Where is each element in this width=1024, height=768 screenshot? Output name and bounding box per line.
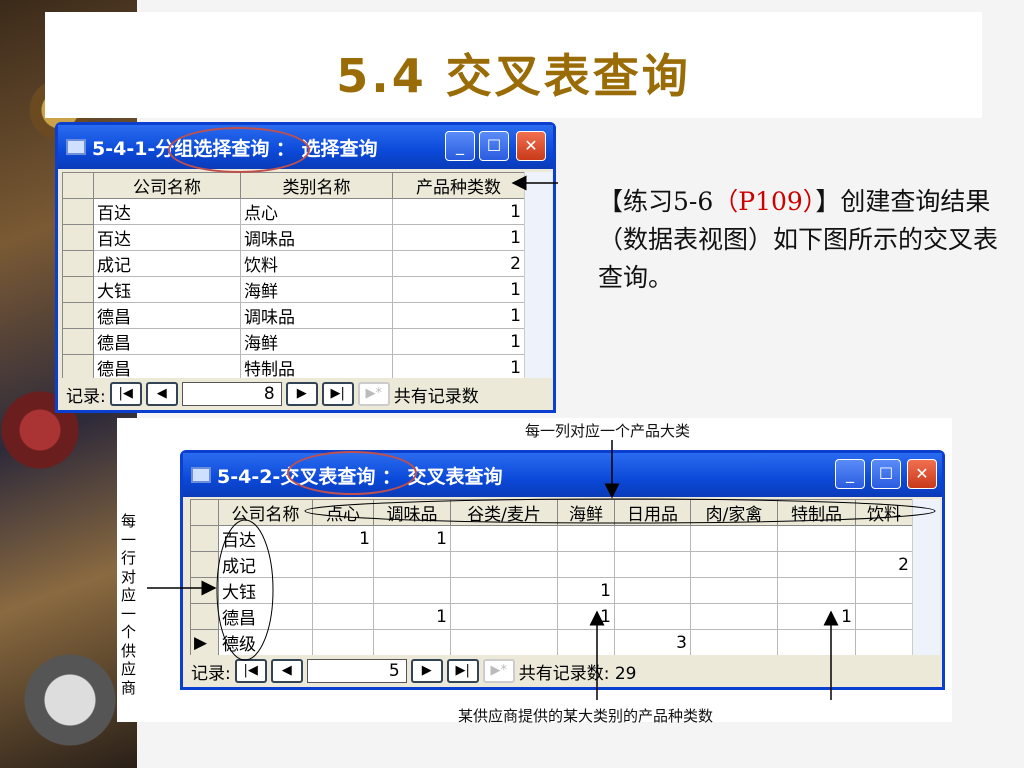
annotation-arrows — [147, 175, 936, 700]
column-oval — [304, 498, 936, 524]
row-oval — [216, 519, 274, 661]
